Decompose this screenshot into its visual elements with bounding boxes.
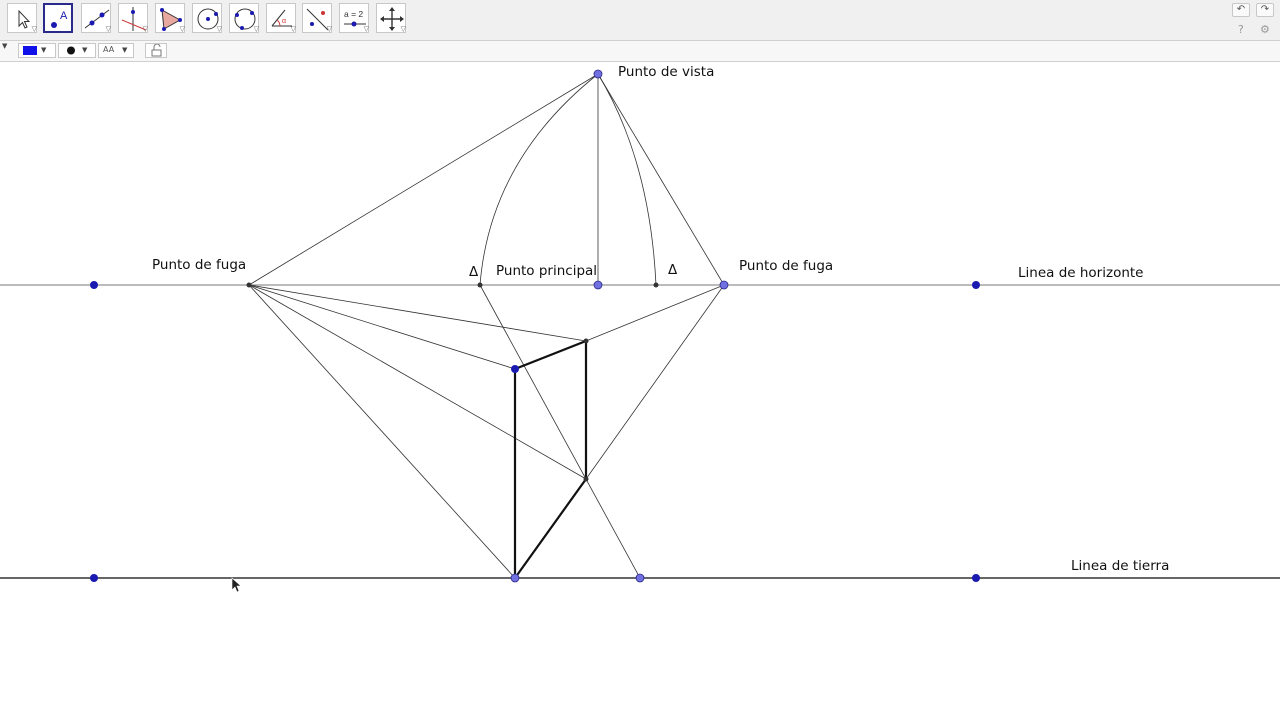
- chevron-down-icon: ▽: [290, 25, 296, 33]
- reflect-tool-button[interactable]: ▽: [302, 3, 332, 33]
- point-ground-right[interactable]: [972, 574, 980, 582]
- vista-to-fuga-left[interactable]: [248, 73, 599, 286]
- label-linea-de-tierra[interactable]: Linea de tierra: [1071, 558, 1169, 574]
- perpendicular-tool-button[interactable]: ▽: [118, 3, 148, 33]
- chevron-down-icon: ▽: [179, 25, 185, 33]
- circle-three-points-button[interactable]: ▽: [229, 3, 259, 33]
- fuga-right-ray-2[interactable]: [585, 284, 725, 480]
- point-vista[interactable]: [593, 69, 603, 79]
- help-icon[interactable]: ?: [1238, 23, 1244, 36]
- chevron-down-icon: ▼: [82, 46, 88, 54]
- toolbar: ▽ A ▽ ▽ ▽ ▽ ▽ α ▽ ▽ a = 2 ▽ ▽ ↶ ↷ ? ⚙: [0, 0, 1280, 41]
- point-top-left[interactable]: [511, 365, 519, 373]
- chevron-down-icon: ▽: [400, 25, 406, 33]
- svg-text:a = 2: a = 2: [344, 9, 363, 19]
- chevron-down-icon: ▽: [363, 25, 369, 33]
- chevron-down-icon: ▽: [31, 25, 37, 33]
- point-ground-left[interactable]: [90, 574, 98, 582]
- redo-button[interactable]: ↷: [1256, 3, 1274, 17]
- point-mid-right[interactable]: [583, 476, 589, 482]
- mouse-cursor-icon: [231, 577, 242, 593]
- point-fuga-right[interactable]: [719, 280, 729, 290]
- color-swatch: [23, 46, 37, 55]
- polygon-tool-button[interactable]: ▽: [155, 3, 185, 33]
- fuga-right-ray-1[interactable]: [585, 284, 725, 342]
- point-horizon-left[interactable]: [90, 281, 98, 289]
- chevron-down-icon: ▽: [253, 25, 259, 33]
- chevron-down-icon: ▼: [41, 46, 47, 54]
- label-linea-de-horizonte[interactable]: Linea de horizonte: [1018, 265, 1143, 281]
- fuga-left-ray-4[interactable]: [248, 284, 516, 579]
- graphics-view[interactable]: [0, 0, 1280, 720]
- angle-tool-button[interactable]: α ▽: [266, 3, 296, 33]
- chevron-down-icon: ▽: [105, 25, 111, 33]
- label-punto-de-vista[interactable]: Punto de vista: [618, 64, 714, 80]
- fuga-left-ray-3[interactable]: [248, 284, 587, 480]
- svg-text:A: A: [60, 10, 68, 22]
- point-ground-measure[interactable]: [635, 573, 645, 583]
- point-top-right[interactable]: [583, 338, 589, 344]
- point-delta-right[interactable]: [653, 282, 659, 288]
- point-fuga-left[interactable]: [246, 282, 252, 288]
- fuga-left-ray-2[interactable]: [248, 284, 516, 370]
- point-style-icon: [67, 46, 75, 55]
- point-icon: A: [51, 10, 68, 28]
- chevron-down-icon: ▽: [216, 25, 222, 33]
- move-view-button[interactable]: ▽: [376, 3, 406, 33]
- label-delta-right[interactable]: Δ: [668, 262, 677, 278]
- label-style-text: AA: [103, 45, 115, 54]
- chevron-down-icon: ▽: [326, 25, 332, 33]
- point-style-button[interactable]: ▼: [58, 43, 96, 58]
- arc-left[interactable]: [479, 73, 599, 286]
- svg-text:α: α: [282, 18, 286, 25]
- lock-button[interactable]: [145, 43, 167, 58]
- chevron-down-icon: ▽: [142, 25, 148, 33]
- label-punto-de-fuga-left[interactable]: Punto de fuga: [152, 257, 246, 273]
- label-delta-left[interactable]: Δ: [469, 264, 478, 280]
- line-tool-button[interactable]: ▽: [81, 3, 111, 33]
- point-principal[interactable]: [593, 280, 603, 290]
- settings-gear-icon[interactable]: ⚙: [1260, 23, 1270, 36]
- stylebar-toggle-icon[interactable]: ▼: [2, 42, 7, 50]
- label-punto-de-fuga-right[interactable]: Punto de fuga: [739, 258, 833, 274]
- label-style-button[interactable]: AA ▼: [98, 43, 134, 58]
- point-ground-base[interactable]: [510, 573, 520, 583]
- undo-button[interactable]: ↶: [1232, 3, 1250, 17]
- lock-icon: [151, 44, 162, 57]
- arc-right[interactable]: [597, 73, 657, 286]
- style-bar: ▼ ▼ ▼ AA ▼: [0, 41, 1280, 62]
- fuga-left-ray-1[interactable]: [248, 284, 587, 342]
- color-picker-button[interactable]: ▼: [18, 43, 56, 58]
- point-horizon-right[interactable]: [972, 281, 980, 289]
- point-tool-button[interactable]: A: [43, 3, 73, 33]
- label-punto-principal[interactable]: Punto principal: [496, 263, 597, 279]
- point-delta-left[interactable]: [477, 282, 483, 288]
- vista-to-fuga-right[interactable]: [597, 73, 725, 286]
- move-tool-button[interactable]: ▽: [7, 3, 37, 33]
- circle-tool-button[interactable]: ▽: [192, 3, 222, 33]
- chevron-down-icon: ▼: [122, 46, 128, 54]
- slider-tool-button[interactable]: a = 2 ▽: [339, 3, 369, 33]
